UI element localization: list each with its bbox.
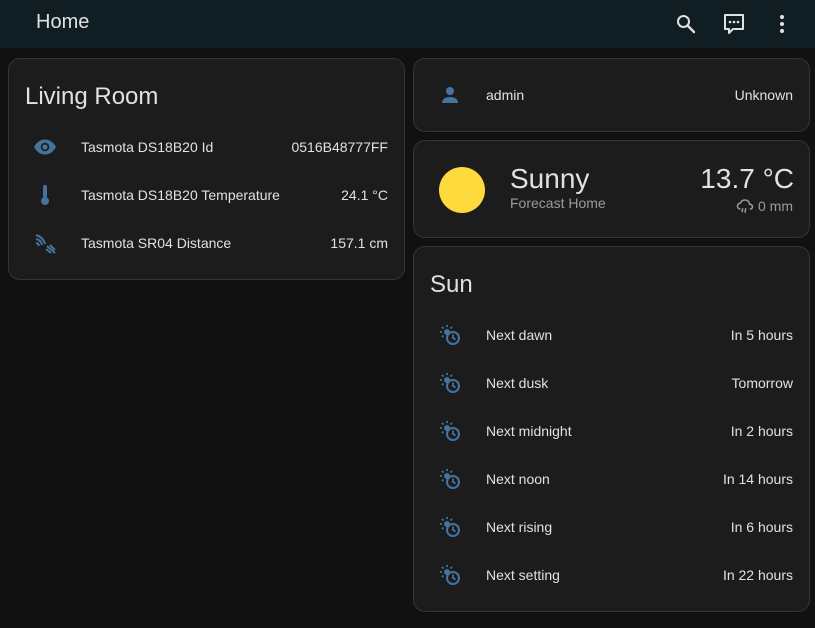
precipitation-value: 0 mm	[758, 198, 793, 214]
sunny-icon	[439, 167, 485, 213]
entity-row[interactable]: Next dawn In 5 hours	[414, 315, 809, 355]
entity-state: In 6 hours	[730, 519, 793, 535]
person-card: admin Unknown	[413, 58, 810, 132]
account-icon	[438, 83, 462, 107]
entity-name: Tasmota DS18B20 Id	[81, 139, 214, 155]
entity-state: In 5 hours	[730, 327, 793, 343]
weather-precipitation: 0 mm	[736, 197, 793, 215]
entity-state: 24.1 °C	[341, 187, 388, 203]
page-title: Home	[36, 11, 90, 33]
weather-rainy-icon	[736, 197, 754, 215]
overflow-menu-button[interactable]	[766, 8, 798, 40]
living-room-card: Living Room Tasmota DS18B20 Id 0516B4877…	[8, 58, 405, 280]
weather-temperature: 13.7 °C	[700, 163, 794, 194]
sun-clock-icon	[438, 467, 462, 491]
sun-clock-icon	[438, 371, 462, 395]
entity-row[interactable]: Next setting In 22 hours	[414, 555, 809, 595]
entity-name: Next dusk	[486, 375, 549, 391]
assist-button[interactable]	[718, 8, 750, 40]
signal-distance-icon	[33, 231, 57, 255]
entity-name: Next noon	[486, 471, 550, 487]
entity-row[interactable]: Next rising In 6 hours	[414, 507, 809, 547]
entity-row[interactable]: Next midnight In 2 hours	[414, 411, 809, 451]
card-title: Sun	[430, 271, 473, 298]
entity-name: Next rising	[486, 519, 553, 535]
sun-card: Sun Next dawn In 5 hours Next dusk Tomor…	[413, 246, 810, 612]
magnify-icon	[677, 15, 696, 34]
person-name: admin	[486, 87, 525, 103]
entity-row[interactable]: Tasmota SR04 Distance 157.1 cm	[9, 223, 404, 263]
weather-location: Forecast Home	[510, 195, 606, 211]
entity-name: Next dawn	[486, 327, 553, 343]
entity-name: Tasmota DS18B20 Temperature	[81, 187, 280, 203]
entity-name: Tasmota SR04 Distance	[81, 235, 232, 251]
sun-clock-icon	[438, 323, 462, 347]
entity-state: In 14 hours	[722, 471, 793, 487]
dots-vertical-icon	[780, 15, 784, 33]
thermometer-icon	[33, 183, 57, 207]
entity-state: 0516B48777FF	[291, 139, 388, 155]
sun-clock-icon	[438, 419, 462, 443]
entity-state: In 22 hours	[722, 567, 793, 583]
comment-processing-icon	[724, 14, 744, 34]
entity-row[interactable]: Tasmota DS18B20 Id 0516B48777FF	[9, 127, 404, 167]
entity-state: 157.1 cm	[330, 235, 388, 251]
eye-icon	[33, 135, 57, 159]
entity-name: Next midnight	[486, 423, 572, 439]
person-row[interactable]: admin Unknown	[414, 75, 809, 115]
sun-clock-icon	[438, 515, 462, 539]
entity-state: In 2 hours	[730, 423, 793, 439]
card-title: Living Room	[25, 83, 159, 110]
entity-name: Next setting	[486, 567, 560, 583]
top-toolbar: Home	[0, 0, 815, 48]
weather-card[interactable]: Sunny Forecast Home 13.7 °C 0 mm	[413, 140, 810, 238]
entity-state: Tomorrow	[731, 375, 793, 391]
search-button[interactable]	[670, 8, 702, 40]
person-state: Unknown	[734, 87, 793, 103]
entity-row[interactable]: Next dusk Tomorrow	[414, 363, 809, 403]
weather-condition: Sunny	[510, 163, 590, 194]
sun-clock-icon	[438, 563, 462, 587]
entity-row[interactable]: Next noon In 14 hours	[414, 459, 809, 499]
entity-row[interactable]: Tasmota DS18B20 Temperature 24.1 °C	[9, 175, 404, 215]
